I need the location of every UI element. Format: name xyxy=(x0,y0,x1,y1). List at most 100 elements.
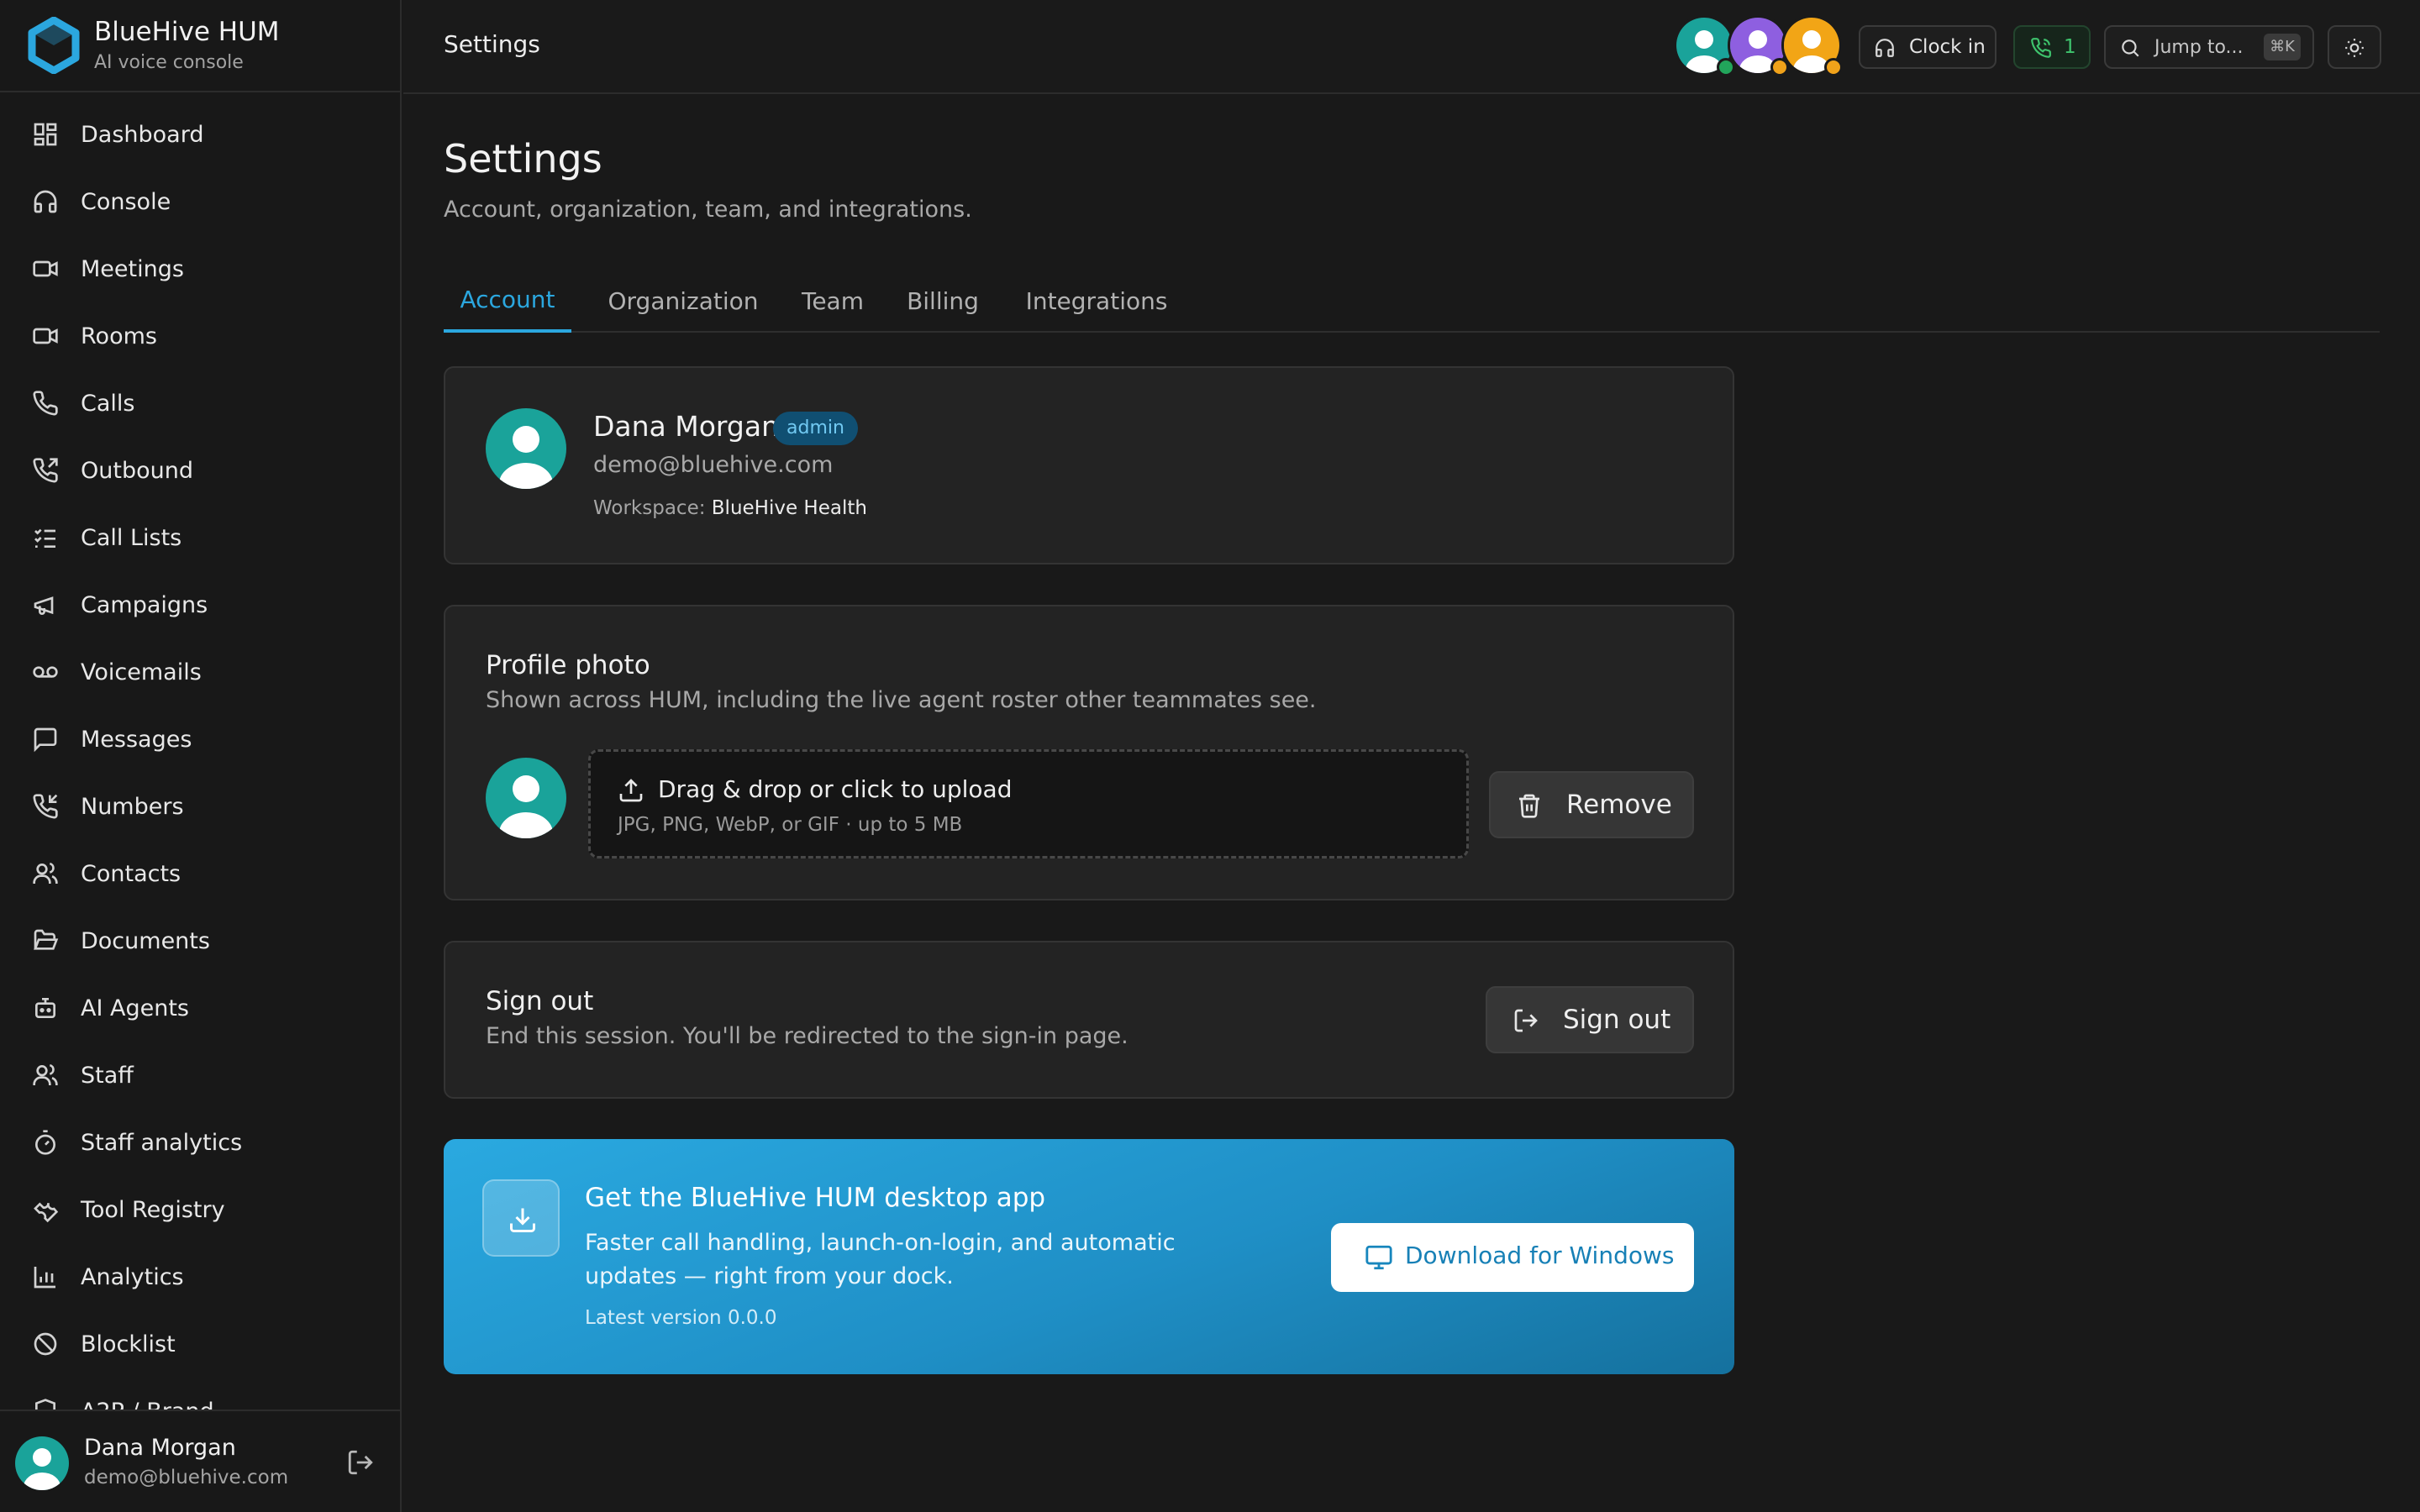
role-badge: admin xyxy=(773,412,858,445)
sign-out-button[interactable]: Sign out xyxy=(1486,986,1694,1053)
presence-avatar-stack[interactable] xyxy=(1674,15,1850,81)
brand-name: BlueHive HUM xyxy=(94,17,280,47)
tab-team[interactable]: Team xyxy=(795,269,871,333)
theme-toggle-button[interactable] xyxy=(2328,25,2381,69)
avatar xyxy=(486,408,566,489)
users-icon xyxy=(33,1063,58,1085)
remove-photo-label: Remove xyxy=(1566,790,1672,820)
sidebar-item-label: Outbound xyxy=(81,457,193,484)
photo-upload-dropzone[interactable]: Drag & drop or click to upload JPG, PNG,… xyxy=(588,749,1469,858)
brand-header: BlueHive HUM AI voice console xyxy=(0,0,402,92)
sidebar-user-card: Dana Morgan demo@bluehive.com xyxy=(0,1410,400,1512)
sidebar-item-label: Tool Registry xyxy=(81,1196,225,1223)
sidebar-user-name: Dana Morgan xyxy=(84,1435,236,1461)
phone-icon xyxy=(33,391,58,416)
sidebar-item-rooms[interactable]: Rooms xyxy=(0,302,400,370)
sidebar-item-calls[interactable]: Calls xyxy=(0,370,400,437)
presence-avatar[interactable] xyxy=(1674,15,1735,76)
clock-in-button[interactable]: Clock in xyxy=(1859,25,1996,69)
sidebar-item-blocklist[interactable]: Blocklist xyxy=(0,1310,400,1378)
sidebar-item-outbound[interactable]: Outbound xyxy=(0,437,400,504)
sidebar-item-console[interactable]: Console xyxy=(0,168,400,235)
wrench-icon xyxy=(34,1202,59,1223)
bluehive-logo-icon xyxy=(28,17,80,74)
sidebar-item-analytics[interactable]: Analytics xyxy=(0,1243,400,1310)
phone-outgoing-icon xyxy=(33,458,58,483)
workspace-label: Workspace: xyxy=(593,497,706,519)
profile-photo-description: Shown across HUM, including the live age… xyxy=(486,687,1317,713)
monitor-icon xyxy=(1365,1245,1392,1270)
video-icon xyxy=(33,260,58,277)
avatar[interactable] xyxy=(15,1436,69,1490)
list-checks-icon xyxy=(34,528,55,548)
sidebar-item-ai-agents[interactable]: AI Agents xyxy=(0,974,400,1042)
jump-to-search[interactable]: Jump to... ⌘K xyxy=(2104,25,2314,69)
sidebar-item-staff-analytics[interactable]: Staff analytics xyxy=(0,1109,400,1176)
sidebar-item-label: Rooms xyxy=(81,323,157,349)
active-calls-button[interactable]: 1 xyxy=(2013,25,2091,69)
ban-icon xyxy=(34,1332,57,1356)
brand-subtitle: AI voice console xyxy=(94,52,244,73)
account-email: demo@bluehive.com xyxy=(593,452,834,478)
remove-photo-button[interactable]: Remove xyxy=(1489,771,1694,838)
sidebar-item-label: Documents xyxy=(81,927,210,954)
search-icon xyxy=(2122,39,2139,57)
desktop-app-version: Latest version 0.0.0 xyxy=(585,1307,777,1329)
workspace-line: Workspace: BlueHive Health xyxy=(593,497,867,519)
desktop-app-title: Get the BlueHive HUM desktop app xyxy=(585,1183,1046,1213)
page-subtitle: Account, organization, team, and integra… xyxy=(444,197,972,223)
sidebar-item-voicemails[interactable]: Voicemails xyxy=(0,638,400,706)
sidebar-item-tool-registry[interactable]: Tool Registry xyxy=(0,1176,400,1243)
sidebar-item-staff[interactable]: Staff xyxy=(0,1042,400,1109)
clock-in-label: Clock in xyxy=(1909,36,1986,58)
sun-icon xyxy=(2345,39,2364,57)
megaphone-icon xyxy=(34,596,54,615)
sidebar-item-dashboard[interactable]: Dashboard xyxy=(0,101,400,168)
tab-integrations[interactable]: Integrations xyxy=(1015,269,1178,333)
headphones-icon xyxy=(1876,39,1894,57)
tab-billing[interactable]: Billing xyxy=(889,269,997,333)
headphones-icon xyxy=(34,190,57,213)
profile-photo-card: Profile photo Shown across HUM, includin… xyxy=(444,605,1734,900)
sidebar-item-label: Dashboard xyxy=(81,121,204,148)
away-status-dot xyxy=(1824,58,1843,76)
video-icon xyxy=(33,328,58,344)
sidebar-user-email: demo@bluehive.com xyxy=(84,1467,289,1488)
desktop-app-description: Faster call handling, launch-on-login, a… xyxy=(585,1230,1176,1289)
download-icon-tile xyxy=(482,1179,560,1257)
presence-avatar[interactable] xyxy=(1728,15,1789,76)
sidebar-item-label: Staff analytics xyxy=(81,1129,243,1156)
sidebar-item-contacts[interactable]: Contacts xyxy=(0,840,400,907)
presence-avatar[interactable] xyxy=(1781,15,1843,76)
sidebar-item-label: Console xyxy=(81,188,171,215)
upload-icon xyxy=(619,779,643,802)
sidebar-item-label: Voicemails xyxy=(81,659,202,685)
sidebar-item-call-lists[interactable]: Call Lists xyxy=(0,504,400,571)
dashboard-icon xyxy=(34,123,57,146)
sidebar-item-messages[interactable]: Messages xyxy=(0,706,400,773)
top-bar: Settings Clock in 1 Jump to... ⌘K xyxy=(403,0,2420,94)
bar-chart-icon xyxy=(34,1267,55,1289)
topbar-title: Settings xyxy=(444,30,540,58)
sidebar-item-a2p-brand[interactable]: A2P / Brand xyxy=(0,1378,400,1410)
sidebar-item-label: A2P / Brand xyxy=(81,1399,214,1410)
sidebar-item-label: Meetings xyxy=(81,255,184,282)
sign-out-label: Sign out xyxy=(1563,1005,1671,1035)
page-title: Settings xyxy=(444,136,602,181)
sidebar-item-documents[interactable]: Documents xyxy=(0,907,400,974)
sidebar-item-campaigns[interactable]: Campaigns xyxy=(0,571,400,638)
logout-icon[interactable] xyxy=(346,1448,375,1477)
tab-account[interactable]: Account xyxy=(444,269,571,333)
keyboard-shortcut-badge: ⌘K xyxy=(2264,34,2301,60)
bot-icon xyxy=(35,998,55,1018)
sidebar-item-label: Call Lists xyxy=(81,524,182,551)
active-calls-count: 1 xyxy=(2064,36,2076,58)
download-for-windows-button[interactable]: Download for Windows xyxy=(1331,1223,1694,1292)
sidebar-item-label: AI Agents xyxy=(81,995,190,1021)
account-card: Dana Morgan admin demo@bluehive.com Work… xyxy=(444,366,1734,564)
tab-organization[interactable]: Organization xyxy=(592,269,775,333)
sidebar-item-label: Contacts xyxy=(81,860,182,887)
sidebar-item-numbers[interactable]: Numbers xyxy=(0,773,400,840)
sidebar-item-meetings[interactable]: Meetings xyxy=(0,235,400,302)
sidebar-item-label: Analytics xyxy=(81,1263,184,1290)
